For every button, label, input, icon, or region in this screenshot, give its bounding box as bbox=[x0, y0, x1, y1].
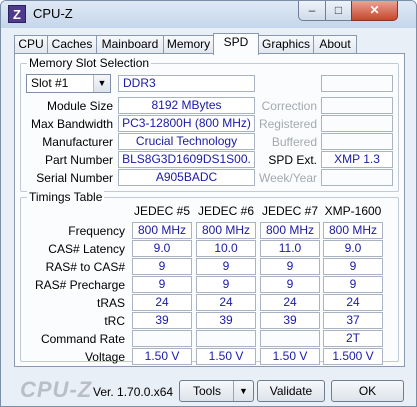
tab-about[interactable]: About bbox=[313, 35, 357, 54]
timings-row-label: Voltage bbox=[84, 350, 125, 364]
tab-cpu[interactable]: CPU bbox=[14, 35, 48, 54]
timings-cell: 1.50 V bbox=[196, 348, 256, 365]
module-size-label: Module Size bbox=[46, 99, 113, 113]
timings-cell bbox=[260, 330, 320, 347]
memory-type-field: DDR3 bbox=[118, 75, 255, 92]
timings-cell: 9 bbox=[323, 276, 383, 293]
max-bandwidth-field: PC3-12800H (800 MHz) bbox=[118, 115, 255, 132]
timings-cell: 2T bbox=[323, 330, 383, 347]
timings-cell: 1.500 V bbox=[323, 348, 383, 365]
validate-button[interactable]: Validate bbox=[257, 380, 325, 402]
cpuz-app-icon: Z bbox=[8, 5, 26, 23]
close-button[interactable]: ✕ bbox=[351, 1, 398, 21]
timings-cell bbox=[132, 330, 192, 347]
tab-caches[interactable]: Caches bbox=[47, 35, 97, 54]
timings-row-label: Frequency bbox=[68, 224, 125, 238]
buffered-label: Buffered bbox=[271, 135, 317, 149]
timings-cell: 39 bbox=[260, 312, 320, 329]
memory-type-extra-field bbox=[321, 75, 393, 92]
cpuz-window: Z CPU-Z – □ ✕ CPU Caches Mainboard Memor… bbox=[0, 0, 417, 407]
timings-cell: 9 bbox=[260, 276, 320, 293]
timings-cell: 9 bbox=[132, 258, 192, 275]
timings-cell: 24 bbox=[260, 294, 320, 311]
timings-row-label: RAS# to CAS# bbox=[45, 260, 125, 274]
timings-row-label: tRC bbox=[104, 314, 125, 328]
timings-column-header: JEDEC #6 bbox=[197, 204, 255, 218]
timings-cell: 9 bbox=[323, 258, 383, 275]
buffered-field bbox=[321, 133, 393, 150]
tab-spd[interactable]: SPD bbox=[213, 33, 259, 55]
timings-column-header: XMP-1600 bbox=[324, 204, 382, 218]
part-number-field: BLS8G3D1609DS1S00. bbox=[118, 151, 255, 168]
timings-cell: 9 bbox=[132, 276, 192, 293]
timings-cell: 9 bbox=[260, 258, 320, 275]
timings-row-label: CAS# Latency bbox=[48, 242, 125, 256]
tab-graphics[interactable]: Graphics bbox=[258, 35, 314, 54]
registered-field bbox=[321, 115, 393, 132]
timings-column-header: JEDEC #5 bbox=[133, 204, 191, 218]
spd-ext-label: SPD Ext. bbox=[268, 153, 317, 167]
timings-cell bbox=[196, 330, 256, 347]
timings-cell: 800 MHz bbox=[323, 222, 383, 239]
slot-select[interactable]: Slot #1 ▼ bbox=[26, 74, 111, 93]
manufacturer-label: Manufacturer bbox=[42, 135, 113, 149]
version-label: Ver. 1.70.0.x64 bbox=[93, 385, 174, 399]
timings-cell: 1.50 V bbox=[260, 348, 320, 365]
timings-group-title: Timings Table bbox=[27, 190, 105, 204]
timings-cell: 11.0 bbox=[260, 240, 320, 257]
week-year-field bbox=[321, 169, 393, 186]
week-year-label: Week/Year bbox=[258, 171, 317, 185]
timings-row-label: Command Rate bbox=[40, 332, 125, 346]
ok-button[interactable]: OK bbox=[331, 380, 404, 402]
timings-cell: 800 MHz bbox=[132, 222, 192, 239]
timings-cell: 800 MHz bbox=[196, 222, 256, 239]
max-bandwidth-label: Max Bandwidth bbox=[30, 117, 113, 131]
maximize-button[interactable]: □ bbox=[325, 1, 352, 21]
registered-label: Registered bbox=[258, 117, 317, 131]
timings-cell: 24 bbox=[132, 294, 192, 311]
timings-cell: 24 bbox=[323, 294, 383, 311]
memory-slot-group: Memory Slot Selection Slot #1 ▼ DDR3 Mod… bbox=[20, 56, 399, 192]
timings-cell: 9.0 bbox=[323, 240, 383, 257]
slot-select-value: Slot #1 bbox=[31, 76, 69, 90]
tools-button-label: Tools bbox=[192, 384, 221, 398]
correction-field bbox=[321, 97, 393, 114]
spd-panel: Memory Slot Selection Slot #1 ▼ DDR3 Mod… bbox=[14, 53, 405, 367]
manufacturer-field: Crucial Technology bbox=[118, 133, 255, 150]
part-number-label: Part Number bbox=[44, 153, 113, 167]
cpuz-logo: CPU-Z bbox=[20, 377, 93, 402]
timings-cell: 800 MHz bbox=[260, 222, 320, 239]
timings-column-header: JEDEC #7 bbox=[261, 204, 319, 218]
minimize-button[interactable]: – bbox=[298, 1, 326, 21]
timings-cell: 24 bbox=[196, 294, 256, 311]
timings-row-label: RAS# Precharge bbox=[34, 278, 125, 292]
tools-dropdown-icon[interactable]: ▼ bbox=[233, 381, 253, 401]
tab-mainboard[interactable]: Mainboard bbox=[96, 35, 164, 54]
timings-row-label: tRAS bbox=[96, 296, 125, 310]
spd-ext-field: XMP 1.3 bbox=[321, 151, 393, 168]
timings-cell: 10.0 bbox=[196, 240, 256, 257]
window-title: CPU-Z bbox=[33, 6, 73, 21]
timings-cell: 9 bbox=[196, 276, 256, 293]
memory-slot-group-title: Memory Slot Selection bbox=[27, 56, 152, 70]
timings-cell: 39 bbox=[132, 312, 192, 329]
module-size-field: 8192 MBytes bbox=[118, 97, 255, 114]
correction-label: Correction bbox=[261, 99, 317, 113]
title-bar[interactable]: Z CPU-Z – □ ✕ bbox=[1, 1, 416, 28]
timings-cell: 39 bbox=[196, 312, 256, 329]
serial-number-field: A905BADC bbox=[118, 169, 255, 186]
timings-cell: 37 bbox=[323, 312, 383, 329]
tab-memory[interactable]: Memory bbox=[163, 35, 214, 54]
timings-cell: 1.50 V bbox=[132, 348, 192, 365]
serial-number-label: Serial Number bbox=[36, 171, 113, 185]
timings-group: Timings Table JEDEC #5 JEDEC #6 JEDEC #7 XM… bbox=[20, 190, 399, 365]
timings-cell: 9.0 bbox=[132, 240, 192, 257]
timings-cell: 9 bbox=[196, 258, 256, 275]
tools-button[interactable]: Tools ▼ bbox=[179, 380, 254, 402]
chevron-down-icon[interactable]: ▼ bbox=[93, 75, 110, 92]
